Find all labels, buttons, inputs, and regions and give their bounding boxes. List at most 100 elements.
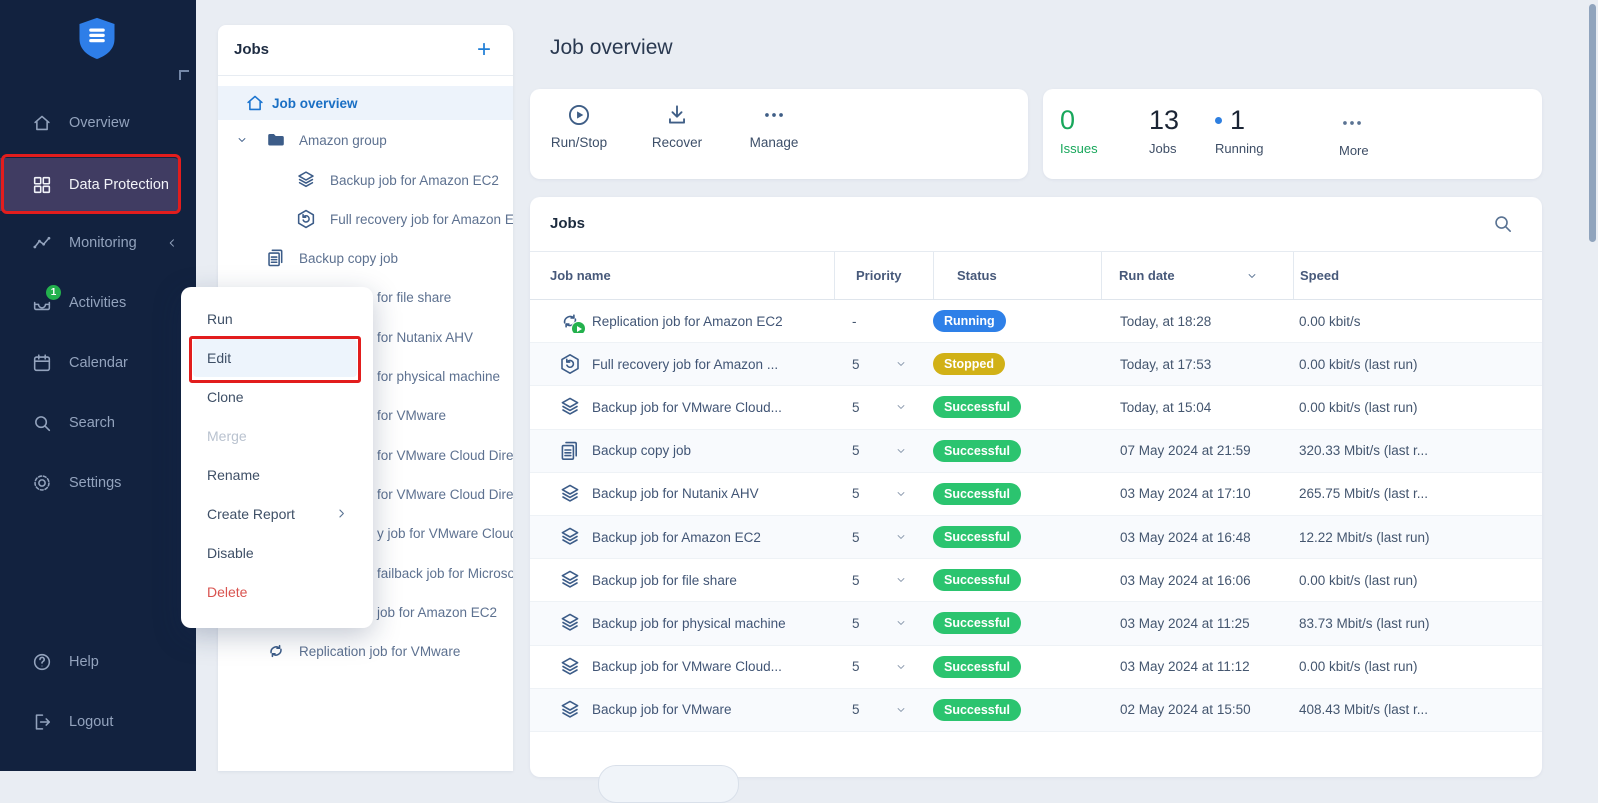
column-header-job-name[interactable]: Job name bbox=[530, 252, 834, 299]
copy-job-icon bbox=[558, 439, 582, 463]
stat-more[interactable]: More bbox=[1339, 101, 1369, 158]
job-name-cell: Backup job for VMware Cloud... bbox=[530, 395, 834, 419]
priority-dropdown-chevron-icon[interactable] bbox=[894, 357, 908, 371]
table-row[interactable]: Backup job for file share5Successful03 M… bbox=[530, 559, 1542, 602]
table-row[interactable]: Backup copy job 5 Successful 07 May 2024 at… bbox=[530, 430, 1542, 473]
jobs-table-title: Jobs bbox=[550, 197, 585, 251]
priority-cell: 5 bbox=[834, 573, 933, 588]
status-cell: Successful bbox=[933, 483, 1101, 505]
tree-item-label: job for Amazon EC2 bbox=[377, 605, 497, 620]
toolbar-button-label: Recover bbox=[634, 135, 720, 150]
run-date-value: 03 May 2024 at 11:12 bbox=[1120, 659, 1250, 674]
table-row[interactable]: Backup job for VMware Cloud...5Successfu… bbox=[530, 646, 1542, 689]
job-name-label: Full recovery job for Amazon ... bbox=[592, 357, 778, 372]
column-header-run-date[interactable]: Run date bbox=[1101, 252, 1293, 299]
column-header-speed[interactable]: Speed bbox=[1293, 252, 1542, 299]
search-icon[interactable] bbox=[1491, 212, 1514, 235]
context-menu-item-run[interactable]: Run bbox=[193, 300, 357, 338]
priority-dropdown-chevron-icon[interactable] bbox=[894, 530, 908, 544]
table-row[interactable]: Full recovery job for Amazon ...5Stopped… bbox=[530, 343, 1542, 386]
sidebar-item-overview[interactable]: Overview bbox=[0, 101, 196, 145]
stat-label: More bbox=[1339, 143, 1369, 158]
priority-dropdown-chevron-icon[interactable] bbox=[894, 660, 908, 674]
context-menu-item-create-report[interactable]: Create Report bbox=[193, 495, 357, 533]
job-name-cell: Backup job for Amazon EC2 bbox=[530, 525, 834, 549]
app-logo-shield-icon bbox=[76, 14, 118, 62]
tree-item-label: for file share bbox=[377, 290, 451, 305]
status-badge: Successful bbox=[933, 569, 1021, 591]
priority-value: 5 bbox=[852, 573, 860, 588]
table-row[interactable]: Backup job for VMware5Successful02 May 2… bbox=[530, 689, 1542, 732]
column-header-label: Priority bbox=[856, 268, 902, 283]
job-name-cell: Backup job for VMware bbox=[530, 698, 834, 722]
tree-item-replication-job-for-vmware[interactable]: Replication job for VMware bbox=[218, 636, 513, 666]
toolbar-button-recover[interactable]: Recover bbox=[634, 102, 720, 150]
toolbar-button-manage[interactable]: Manage bbox=[731, 102, 817, 150]
priority-dropdown-chevron-icon[interactable] bbox=[894, 616, 908, 630]
sidebar-item-logout[interactable]: Logout bbox=[0, 700, 196, 744]
stat-value: 0 bbox=[1060, 101, 1098, 139]
folder-icon bbox=[265, 129, 287, 151]
sidebar-item-settings[interactable]: Settings bbox=[0, 461, 196, 505]
column-header-status[interactable]: Status bbox=[933, 252, 1101, 299]
status-badge: Successful bbox=[933, 699, 1021, 721]
sidebar-item-data-protection[interactable]: Data Protection bbox=[0, 158, 180, 211]
table-row[interactable]: Backup job for Amazon EC25Successful03 M… bbox=[530, 516, 1542, 559]
tree-item-label: for VMware Cloud Direc bbox=[377, 487, 513, 502]
context-menu-item-clone[interactable]: Clone bbox=[193, 378, 357, 416]
priority-dropdown-chevron-icon[interactable] bbox=[894, 703, 908, 717]
speed-value: 0.00 kbit/s (last run) bbox=[1299, 659, 1418, 674]
add-job-button[interactable]: + bbox=[469, 35, 499, 65]
priority-dropdown-chevron-icon[interactable] bbox=[894, 573, 908, 587]
sidebar-item-monitoring[interactable]: Monitoring bbox=[0, 221, 196, 265]
tree-item-backup-job-for-amazon-ec2[interactable]: Backup job for Amazon EC2 bbox=[218, 165, 513, 195]
sidebar-item-calendar[interactable]: Calendar bbox=[0, 341, 196, 385]
sidebar-item-label: Logout bbox=[69, 714, 113, 730]
context-menu-item-delete[interactable]: Delete bbox=[193, 573, 357, 611]
tree-item-job-overview[interactable]: Job overview bbox=[218, 86, 513, 120]
run-date-value: 07 May 2024 at 21:59 bbox=[1120, 443, 1251, 458]
job-name-label: Backup copy job bbox=[592, 443, 691, 458]
backup-job-icon bbox=[558, 698, 582, 722]
status-badge: Successful bbox=[933, 656, 1021, 678]
priority-dropdown-chevron-icon[interactable] bbox=[894, 444, 908, 458]
priority-dropdown-chevron-icon[interactable] bbox=[894, 487, 908, 501]
table-row[interactable]: Replication job for Amazon EC2-RunningTo… bbox=[530, 300, 1542, 343]
job-name-label: Backup job for VMware bbox=[592, 702, 732, 717]
tree-item-backup-copy-job[interactable]: Backup copy job bbox=[218, 243, 513, 273]
table-row[interactable]: Backup job for Nutanix AHV5Successful03 … bbox=[530, 473, 1542, 516]
context-menu-item-disable[interactable]: Disable bbox=[193, 534, 357, 572]
sidebar-item-search[interactable]: Search bbox=[0, 401, 196, 445]
run-date-cell: 03 May 2024 at 11:25 bbox=[1101, 616, 1293, 631]
speed-cell: 265.75 Mbit/s (last r... bbox=[1293, 486, 1542, 501]
vertical-scrollbar-thumb[interactable] bbox=[1589, 4, 1596, 242]
speed-value: 0.00 kbit/s bbox=[1299, 314, 1361, 329]
stat-label: Running bbox=[1215, 141, 1263, 156]
priority-value: 5 bbox=[852, 443, 860, 458]
sidebar-item-help[interactable]: Help bbox=[0, 640, 196, 684]
sidebar-collapse-corner-icon[interactable] bbox=[179, 70, 189, 80]
gear-icon bbox=[31, 472, 53, 494]
status-cell: Successful bbox=[933, 440, 1101, 462]
toolbar-button-run-stop[interactable]: Run/Stop bbox=[536, 102, 622, 150]
context-menu-item-label: Merge bbox=[207, 428, 247, 444]
table-row[interactable]: Backup job for physical machine5Successf… bbox=[530, 602, 1542, 645]
priority-dropdown-chevron-icon[interactable] bbox=[894, 400, 908, 414]
chevron-down-icon[interactable] bbox=[235, 133, 249, 147]
speed-value: 12.22 Mbit/s (last run) bbox=[1299, 530, 1430, 545]
tree-item-amazon-group[interactable]: Amazon group bbox=[218, 125, 513, 155]
context-menu-item-edit[interactable]: Edit bbox=[193, 339, 357, 377]
job-name-label: Backup job for Nutanix AHV bbox=[592, 486, 759, 501]
sort-chevron-icon[interactable] bbox=[1245, 269, 1259, 283]
search-icon bbox=[31, 412, 53, 434]
priority-cell: - bbox=[834, 314, 933, 329]
tree-item-full-recovery-job-for-amazon-e[interactable]: Full recovery job for Amazon E bbox=[218, 204, 513, 234]
status-badge: Successful bbox=[933, 483, 1021, 505]
run-date-value: Today, at 18:28 bbox=[1120, 314, 1211, 329]
context-menu-item-rename[interactable]: Rename bbox=[193, 456, 357, 494]
job-name-label: Backup job for Amazon EC2 bbox=[592, 530, 761, 545]
table-row[interactable]: Backup job for VMware Cloud...5Successfu… bbox=[530, 386, 1542, 429]
column-header-priority[interactable]: Priority bbox=[834, 252, 933, 299]
sidebar-item-activities[interactable]: 1Activities bbox=[0, 281, 196, 325]
sidebar: Overview Data Protection Monitoring 1Activi… bbox=[0, 0, 196, 771]
